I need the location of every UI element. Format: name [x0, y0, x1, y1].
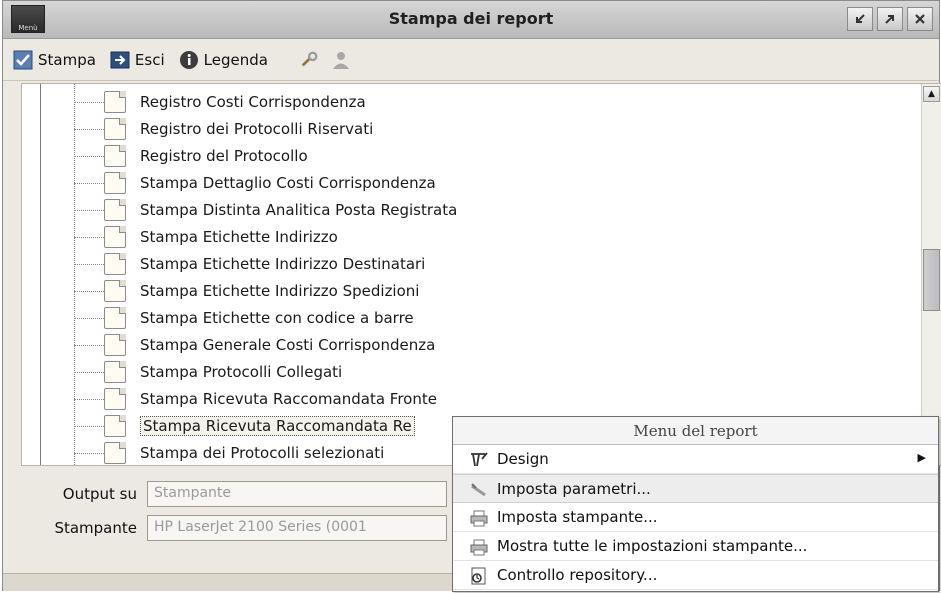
tree-item[interactable]: Registro dei Protocolli Riservati [74, 114, 373, 144]
tree-item[interactable]: Stampa Etichette Indirizzo [74, 222, 338, 252]
menu-item-label: Mostra tutte le impostazioni stampante..… [497, 537, 808, 555]
tree-item[interactable]: Stampa Etichette Indirizzo Spedizioni [74, 276, 419, 306]
tree-guide-line [40, 84, 41, 465]
tree-item-label: Stampa Dettaglio Costi Corrispondenza [140, 174, 436, 192]
close-icon[interactable] [907, 7, 933, 31]
document-icon [104, 226, 126, 248]
title-bar[interactable]: Menù Stampa dei report [3, 1, 939, 39]
print-button[interactable]: Stampa [13, 50, 96, 70]
document-icon [104, 388, 126, 410]
document-icon [104, 361, 126, 383]
document-icon [104, 442, 126, 464]
tree-item[interactable]: Stampa Generale Costi Corrispondenza [74, 330, 435, 360]
legend-button-label: Legenda [203, 50, 268, 69]
document-icon [104, 118, 126, 140]
info-icon [179, 50, 199, 70]
tree-item-label: Stampa Ricevuta Raccomandata Fronte [140, 390, 437, 408]
repository-icon [469, 566, 489, 586]
output-label: Output su [62, 485, 137, 503]
tree-item[interactable]: Registro del Protocollo [74, 141, 308, 171]
scrollbar-thumb[interactable] [923, 249, 940, 311]
tree-item[interactable]: Stampa Protocolli Collegati [74, 357, 342, 387]
output-field[interactable]: Stampante [147, 481, 447, 507]
print-button-label: Stampa [38, 50, 96, 69]
legend-button[interactable]: Legenda [179, 50, 268, 70]
tree-item-label: Registro Costi Corrispondenza [140, 93, 366, 111]
report-tree[interactable]: Registro Costi Corrispondenza Registro d… [21, 83, 941, 466]
menu-item-label: Imposta parametri... [497, 479, 651, 498]
document-icon [104, 91, 126, 113]
report-context-menu: Menu del report Design ▶ Imposta paramet… [452, 416, 939, 592]
printer-label: Stampante [54, 519, 137, 537]
exit-arrow-icon [110, 50, 130, 70]
parameters-icon [469, 480, 489, 500]
tree-item[interactable]: Stampa dei Protocolli selezionati [74, 438, 385, 465]
menu-item-printer-setup[interactable]: Imposta stampante... [453, 503, 938, 532]
tree-item-label: Registro del Protocollo [140, 147, 308, 165]
tree-item-label: Registro dei Protocolli Riservati [140, 120, 374, 138]
minimize-icon[interactable] [847, 7, 873, 31]
printer-field[interactable]: HP LaserJet 2100 Series (0001 [147, 515, 447, 541]
menu-item-repository-check[interactable]: Controllo repository... [453, 561, 938, 590]
document-icon [104, 199, 126, 221]
user-icon[interactable] [331, 50, 351, 70]
context-menu-title: Menu del report [453, 417, 938, 445]
tree-item-label: Stampa dei Protocolli selezionati [140, 444, 385, 462]
exit-button-label: Esci [134, 50, 165, 69]
document-icon [104, 172, 126, 194]
document-icon [104, 415, 126, 437]
submenu-arrow-icon: ▶ [917, 451, 926, 464]
tree-item-label: Stampa Distinta Analitica Posta Registra… [140, 201, 458, 219]
document-icon [104, 145, 126, 167]
menu-item-label: Design [497, 450, 549, 468]
menu-item-label: Imposta stampante... [497, 508, 658, 526]
tree-item-label: Stampa Etichette con codice a barre [140, 309, 414, 327]
document-icon [104, 307, 126, 329]
window-title: Stampa dei report [388, 9, 554, 28]
tree-item[interactable]: Stampa Dettaglio Costi Corrispondenza [74, 168, 436, 198]
tree-item-label: Stampa Protocolli Collegati [140, 363, 343, 381]
tree-item[interactable]: Stampa Ricevuta Raccomandata Fronte [74, 384, 437, 414]
tree-item-label: Stampa Etichette Indirizzo [140, 228, 338, 246]
tree-item[interactable]: Stampa Etichette con codice a barre [74, 303, 414, 333]
menu-item-all-printer-settings[interactable]: Mostra tutte le impostazioni stampante..… [453, 532, 938, 561]
maximize-icon[interactable] [877, 7, 903, 31]
printer-settings-icon [469, 537, 489, 557]
tree-item-label: Stampa Etichette Indirizzo Spedizioni [140, 282, 420, 300]
document-icon [104, 334, 126, 356]
scroll-up-arrow-icon[interactable]: ▲ [923, 86, 940, 102]
document-icon [104, 253, 126, 275]
toolbar: Stampa Esci Legenda [3, 39, 939, 81]
tree-item[interactable]: Registro Costi Corrispondenza [74, 87, 366, 117]
tree-item-label: Stampa Generale Costi Corrispondenza [140, 336, 436, 354]
tree-item[interactable]: Stampa Etichette Indirizzo Destinatari [74, 249, 425, 279]
tree-item-label: Stampa Ricevuta Raccomandata Re [140, 416, 415, 436]
tree-item-selected[interactable]: Stampa Ricevuta Raccomandata Re [74, 411, 415, 441]
printer-icon [469, 508, 489, 528]
menu-item-parameters[interactable]: Imposta parametri... [453, 474, 938, 503]
document-icon [104, 280, 126, 302]
tree-item-label: Stampa Etichette Indirizzo Destinatari [140, 255, 426, 273]
menu-item-label: Controllo repository... [497, 566, 658, 584]
tools-icon[interactable] [300, 50, 320, 70]
design-icon [469, 450, 489, 470]
tree-item[interactable]: Stampa Distinta Analitica Posta Registra… [74, 195, 457, 225]
menu-item-design[interactable]: Design ▶ [453, 445, 938, 474]
print-check-icon [13, 50, 33, 70]
tree-scrollbar[interactable]: ▲ [921, 84, 941, 465]
exit-button[interactable]: Esci [110, 50, 165, 70]
